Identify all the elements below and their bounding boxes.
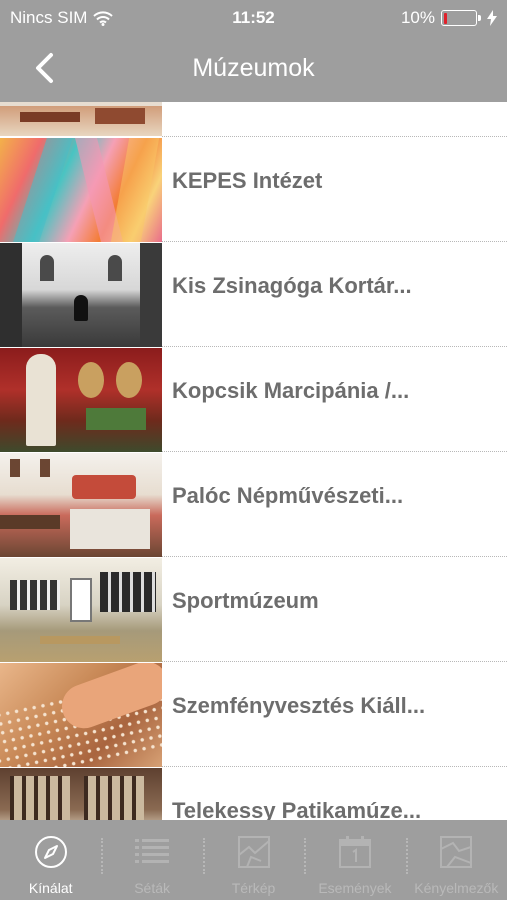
- list-item[interactable]: Kis Zsinagóga Kortár...: [0, 243, 507, 347]
- tab-label: Kínálat: [28, 880, 73, 896]
- tab-bar: Kínálat Séták Térkép Események Kényelmez…: [0, 820, 507, 900]
- row-divider: [162, 346, 507, 347]
- museum-list[interactable]: KEPES Intézet Kis Zsinagóga Kortár... Ko…: [0, 102, 507, 820]
- museum-thumbnail: [0, 558, 162, 662]
- row-divider: [162, 241, 507, 242]
- tab-label: Események: [318, 880, 392, 896]
- tab-setak[interactable]: Séták: [101, 820, 202, 900]
- list-item[interactable]: Palóc Népművészeti...: [0, 453, 507, 557]
- battery-percent: 10%: [400, 8, 435, 27]
- museum-thumbnail: [0, 102, 162, 136]
- list-item-label: Palóc Népművészeti...: [172, 483, 404, 508]
- navigation-bar: Múzeumok: [0, 36, 507, 102]
- list-item-label: Kopcsik Marcipánia /...: [172, 378, 410, 403]
- row-divider: [162, 451, 507, 452]
- tab-label: Térkép: [231, 880, 276, 896]
- page-title: Múzeumok: [192, 54, 315, 82]
- list-item-label: Sportmúzeum: [172, 588, 319, 613]
- list-item[interactable]: Szemfényvesztés Kiáll...: [0, 663, 507, 767]
- row-divider: [162, 661, 507, 662]
- list-item-label: Telekessy Patikamúze...: [172, 798, 422, 820]
- museum-thumbnail: [0, 453, 162, 557]
- tab-label: Kényelmezők: [414, 880, 499, 896]
- list-item-label: KEPES Intézet: [172, 168, 323, 193]
- museum-thumbnail: [0, 768, 162, 820]
- charging-bolt-icon: [487, 10, 497, 26]
- list-item[interactable]: Kopcsik Marcipánia /...: [0, 348, 507, 452]
- tab-terkep[interactable]: Térkép: [202, 820, 304, 900]
- tab-label: Séták: [134, 880, 171, 896]
- list-item[interactable]: Sportmúzeum: [0, 558, 507, 662]
- row-divider: [162, 766, 507, 767]
- top-bar: Nincs SIM 11:52 10% Múzeumok: [0, 0, 507, 102]
- battery-level-fill: [443, 12, 447, 24]
- museum-thumbnail: [0, 663, 162, 767]
- status-bar: Nincs SIM 11:52 10%: [0, 0, 507, 36]
- list-item-label: [162, 102, 507, 136]
- battery-icon: [441, 10, 481, 26]
- compass-icon: [33, 834, 69, 870]
- row-divider: [162, 136, 507, 137]
- map-icon: [236, 834, 272, 870]
- museum-thumbnail: [0, 243, 162, 347]
- tab-kinalat[interactable]: Kínálat: [0, 820, 101, 900]
- museum-thumbnail: [0, 138, 162, 242]
- calendar-icon: [337, 834, 373, 870]
- list-item[interactable]: [0, 102, 507, 136]
- list-item[interactable]: Telekessy Patikamúze...: [0, 768, 507, 820]
- list-icon: [134, 834, 170, 870]
- list-item[interactable]: KEPES Intézet: [0, 138, 507, 242]
- list-item-label: Kis Zsinagóga Kortár...: [172, 273, 412, 298]
- map-icon: [438, 834, 474, 870]
- museum-thumbnail: [0, 348, 162, 452]
- battery-group: 10%: [401, 8, 497, 28]
- tab-esemenyek[interactable]: Események: [304, 820, 405, 900]
- list-item-label: Szemfényvesztés Kiáll...: [172, 693, 426, 718]
- tab-kenyelmezok[interactable]: Kényelmezők: [405, 820, 507, 900]
- row-divider: [162, 556, 507, 557]
